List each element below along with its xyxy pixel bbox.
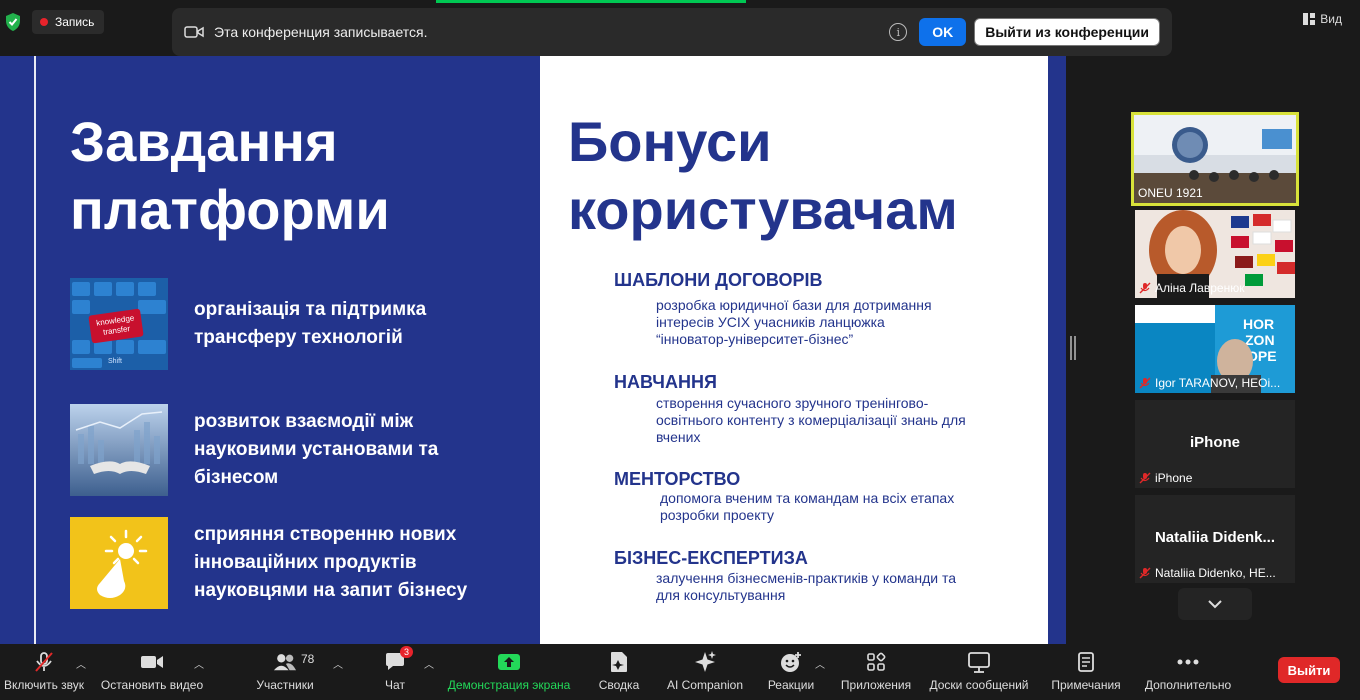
record-dot-icon: [40, 18, 48, 26]
ok-button[interactable]: OK: [919, 18, 967, 46]
resize-handle-icon[interactable]: [1070, 336, 1076, 360]
participant-name: Аліна Лавренюк: [1139, 281, 1244, 295]
shared-screen: Завдання платформи knowledge transfer Sh…: [0, 56, 1066, 644]
apps-icon: [864, 650, 888, 674]
mic-off-icon: [1139, 567, 1151, 579]
reactions-options-caret-icon[interactable]: ︿: [815, 656, 825, 671]
image-key-label: Shift: [108, 358, 122, 365]
task-text: сприяння створенню нових інноваційних пр…: [194, 524, 468, 601]
participant-name: iPhone: [1139, 471, 1192, 485]
participant-display-name: Nataliia Didenk...: [1154, 529, 1276, 546]
notification-text: Эта конференция записывается.: [214, 24, 428, 40]
ai-companion-button[interactable]: AI Companion: [664, 650, 746, 692]
sparkle-icon: [693, 650, 717, 674]
notes-icon: [1074, 650, 1098, 674]
bonus-heading: НАВЧАННЯ: [614, 372, 717, 392]
audio-options-caret-icon[interactable]: ︿: [76, 656, 86, 671]
participants-icon: [273, 650, 297, 674]
chat-unread-badge: 3: [399, 646, 413, 658]
participants-options-caret-icon[interactable]: ︿: [333, 656, 343, 671]
unmute-button[interactable]: Включить звук: [2, 650, 86, 692]
recording-label: Запись: [55, 15, 95, 29]
gallery-scroll-down-button[interactable]: [1178, 588, 1252, 620]
meeting-toolbar: Включить звук ︿ Остановить видео ︿ Участ…: [0, 644, 1360, 700]
poster-text-line: HOR: [1243, 316, 1274, 332]
chat-button[interactable]: 3 Чат: [370, 646, 420, 692]
participant-tile[interactable]: Аліна Лавренюк: [1135, 210, 1295, 298]
bonus-heading: БІЗНЕС-ЕКСПЕРТИЗА: [614, 548, 808, 568]
grid-icon: [1303, 13, 1316, 25]
apps-button[interactable]: Приложения: [836, 650, 916, 692]
task-item: сприяння створенню нових інноваційних пр…: [70, 517, 510, 609]
share-indicator-bar: [436, 0, 746, 3]
more-button[interactable]: Дополнительно: [1140, 650, 1236, 692]
bonus-description: створення сучасного зручного тренінгово-…: [656, 395, 966, 445]
reactions-button[interactable]: Реакции: [764, 650, 818, 692]
chevron-down-icon: [1208, 600, 1222, 609]
chat-options-caret-icon[interactable]: ︿: [424, 656, 434, 671]
mic-off-icon: [1139, 472, 1151, 484]
view-label: Вид: [1320, 12, 1342, 26]
leave-meeting-button[interactable]: Выйти из конференции: [974, 18, 1160, 46]
task-item: knowledge transfer Shift організація та …: [70, 278, 510, 370]
view-button[interactable]: Вид: [1303, 12, 1342, 26]
task-item: розвиток взаємодії між науковими установ…: [70, 404, 510, 496]
chat-icon: 3: [383, 646, 413, 674]
share-screen-button[interactable]: Демонстрация экрана: [446, 650, 572, 692]
participant-display-name: iPhone: [1189, 434, 1240, 451]
smiley-plus-icon: [779, 650, 803, 674]
participant-tile[interactable]: Nataliia Didenk... Nataliia Didenko, HE.…: [1135, 495, 1295, 583]
task-text: розвиток взаємодії між науковими установ…: [194, 411, 439, 488]
mic-off-icon: [1139, 282, 1151, 294]
task-text: організація та підтримка трансферу техно…: [194, 299, 427, 348]
handshake-image: [70, 404, 168, 496]
recording-indicator[interactable]: Запись: [32, 10, 105, 34]
participant-tile-active[interactable]: ONEU 1921: [1131, 112, 1299, 206]
video-options-caret-icon[interactable]: ︿: [194, 656, 204, 671]
participant-name: Nataliia Didenko, HE...: [1139, 566, 1276, 580]
bonus-heading: ШАБЛОНИ ДОГОВОРІВ: [614, 270, 823, 290]
summary-button[interactable]: Сводка: [594, 650, 644, 692]
keyboard-image: knowledge transfer Shift: [70, 278, 168, 370]
lightbulb-image: [70, 517, 168, 609]
bonus-description: допомога вченим та командам на всіх етап…: [660, 490, 955, 523]
camera-icon: [184, 26, 204, 38]
participant-name: ONEU 1921: [1138, 186, 1203, 200]
slide-left-title: Завдання платформи: [70, 110, 390, 241]
bonus-description: залучення бізнесменів-практиків у команд…: [656, 570, 957, 603]
video-camera-icon: [140, 650, 164, 674]
notes-button[interactable]: Примечания: [1048, 650, 1124, 692]
summary-icon: [607, 650, 631, 674]
slide-right-title: Бонуси користувачам: [568, 110, 958, 241]
stop-video-button[interactable]: Остановить видео: [100, 650, 204, 692]
slide-edge-line: [34, 56, 36, 644]
participant-tile[interactable]: HOR ZON OPE Igor TARANOV, HEOi...: [1135, 305, 1295, 393]
bonus-heading: МЕНТОРСТВО: [614, 469, 741, 489]
more-dots-icon: [1176, 650, 1200, 674]
recording-notification: Эта конференция записывается. i OK Выйти…: [172, 8, 1172, 56]
participants-count: 78: [301, 652, 315, 666]
participant-name: Igor TARANOV, HEOi...: [1139, 376, 1280, 390]
info-icon[interactable]: i: [889, 23, 908, 41]
share-screen-icon: [497, 650, 521, 674]
bonus-description: розробка юридичної бази для дотримання і…: [656, 297, 932, 347]
whiteboard-icon: [967, 650, 991, 674]
participant-tile[interactable]: iPhone iPhone: [1135, 400, 1295, 488]
whiteboards-button[interactable]: Доски сообщений: [926, 650, 1032, 692]
mic-muted-icon: [32, 650, 56, 674]
slide-edge-strip: [1048, 56, 1066, 644]
end-meeting-button[interactable]: Выйти: [1278, 657, 1340, 683]
mic-off-icon: [1139, 377, 1151, 389]
poster-text-line: ZON: [1245, 332, 1275, 348]
shield-icon[interactable]: [4, 12, 22, 32]
